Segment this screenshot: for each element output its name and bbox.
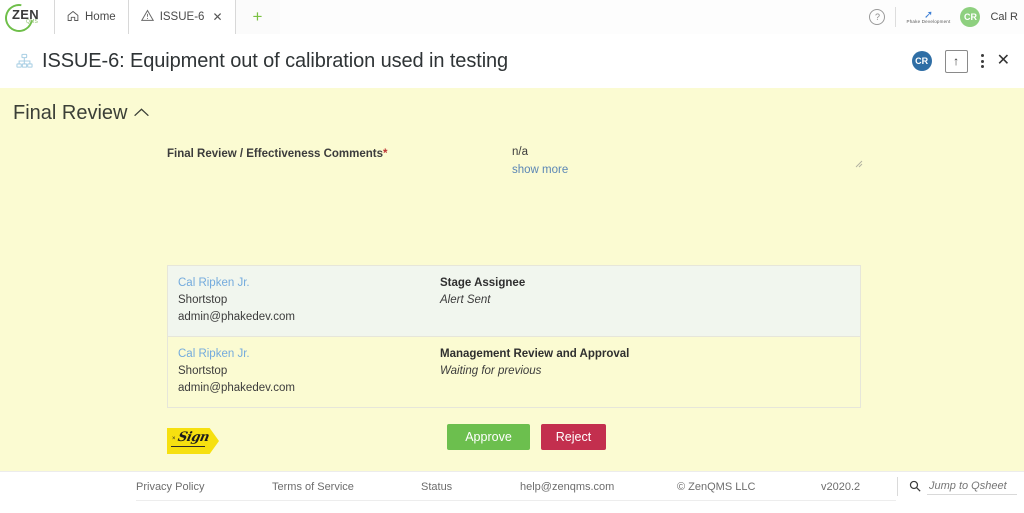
footer-rule (136, 500, 896, 501)
partner-logo-icon: ➚ Phake Development (906, 8, 951, 24)
help-icon[interactable]: ? (869, 9, 886, 25)
required-marker: * (383, 148, 388, 160)
jump-to-qsheet-search[interactable] (909, 479, 1017, 495)
tabstrip-spacer (280, 0, 870, 34)
table-row[interactable]: Cal Ripken Jr. Shortstop admin@phakedev.… (168, 266, 860, 337)
status-badge: Waiting for previous (440, 365, 542, 377)
warning-triangle-icon (140, 9, 154, 25)
signer-role-info: Management Review and Approval Waiting f… (440, 346, 850, 397)
app-root: ZEN QMS Home ISSUE-6 ✕ + ? ➚ Phake Devel… (0, 0, 1024, 513)
zenqms-logo[interactable]: ZEN QMS (0, 0, 55, 38)
resize-grip-icon[interactable] (855, 160, 863, 168)
tab-home-label: Home (85, 11, 116, 23)
signer-info: Cal Ripken Jr. Shortstop admin@phakedev.… (178, 275, 440, 326)
org-chart-icon (16, 53, 33, 70)
section-header[interactable]: Final Review (13, 102, 150, 125)
tab-issue-6-label: ISSUE-6 (159, 11, 205, 23)
signatures-table: Cal Ripken Jr. Shortstop admin@phakedev.… (167, 265, 861, 408)
footer-link-privacy-policy[interactable]: Privacy Policy (136, 481, 204, 493)
signer-name-link[interactable]: Cal Ripken Jr. (178, 275, 440, 292)
tabstrip-right-controls: ? ➚ Phake Development CR Cal R (869, 0, 1024, 34)
close-x-icon[interactable]: ✕ (997, 53, 1010, 69)
signer-role: Stage Assignee (440, 277, 526, 289)
comments-field-value[interactable]: n/a show more (512, 146, 862, 176)
partner-logo-label: Phake Development (906, 18, 951, 24)
chevron-up-icon[interactable] (133, 105, 150, 123)
footer-link-terms-of-service[interactable]: Terms of Service (272, 481, 354, 493)
signer-info: Cal Ripken Jr. Shortstop admin@phakedev.… (178, 346, 440, 397)
comments-label-text: Final Review / Effectiveness Comments (167, 148, 384, 160)
footer-links: Privacy Policy Terms of Service Status h… (0, 472, 1024, 501)
logo-sub-text: QMS (26, 19, 38, 25)
page-footer: Privacy Policy Terms of Service Status h… (0, 471, 1024, 513)
reject-button[interactable]: Reject (541, 424, 606, 450)
home-icon (67, 10, 79, 25)
footer-version: v2020.2 (821, 481, 861, 493)
search-icon (909, 480, 921, 495)
signer-name-link[interactable]: Cal Ripken Jr. (178, 346, 440, 363)
section-title: Final Review (13, 102, 128, 124)
signer-role-info: Stage Assignee Alert Sent (440, 275, 850, 326)
browser-tab-strip: ZEN QMS Home ISSUE-6 ✕ + ? ➚ Phake Devel… (0, 0, 1024, 38)
toolbar-divider (895, 7, 897, 27)
footer-divider (897, 477, 898, 496)
tab-close-icon[interactable]: ✕ (212, 11, 222, 23)
upload-arrow-icon[interactable]: ↑ (944, 49, 968, 73)
tab-home[interactable]: Home (55, 0, 129, 34)
action-row: × Sign Approve Reject (167, 424, 867, 460)
sign-underline (171, 446, 205, 447)
sign-marker-label: Sign (176, 430, 211, 445)
user-name-label: Cal R (990, 11, 1018, 23)
search-input[interactable] (927, 479, 1017, 495)
assignee-avatar[interactable]: CR (911, 51, 932, 71)
comments-field-label: Final Review / Effectiveness Comments* (167, 148, 388, 160)
approve-button[interactable]: Approve (447, 424, 530, 450)
signer-email: admin@phakedev.com (178, 311, 295, 323)
titlebar-actions: CR ↑ ✕ (911, 49, 1024, 73)
comments-value-text: n/a (512, 146, 528, 158)
page-title-bar: ISSUE-6: Equipment out of calibration us… (0, 34, 1024, 89)
page-title: ISSUE-6: Equipment out of calibration us… (42, 49, 509, 72)
footer-link-help-email[interactable]: help@zenqms.com (520, 481, 614, 493)
signer-role: Management Review and Approval (440, 348, 630, 360)
footer-link-status[interactable]: Status (421, 481, 452, 493)
signer-email: admin@phakedev.com (178, 382, 295, 394)
avatar[interactable]: CR (960, 7, 981, 27)
sign-marker-icon[interactable]: × Sign (167, 428, 219, 454)
final-review-panel: Final Review Final Review / Effectivenes… (0, 88, 1024, 471)
new-tab-button[interactable]: + (235, 0, 280, 34)
footer-copyright: © ZenQMS LLC (677, 481, 756, 493)
tab-issue-6[interactable]: ISSUE-6 ✕ (128, 0, 236, 34)
signer-title: Shortstop (178, 294, 228, 306)
table-row[interactable]: Cal Ripken Jr. Shortstop admin@phakedev.… (168, 337, 860, 407)
show-more-link[interactable]: show more (512, 164, 862, 176)
sign-x-mark: × (172, 436, 176, 442)
kebab-menu-icon[interactable] (980, 54, 984, 68)
signer-title: Shortstop (178, 365, 228, 377)
status-badge: Alert Sent (440, 294, 491, 306)
